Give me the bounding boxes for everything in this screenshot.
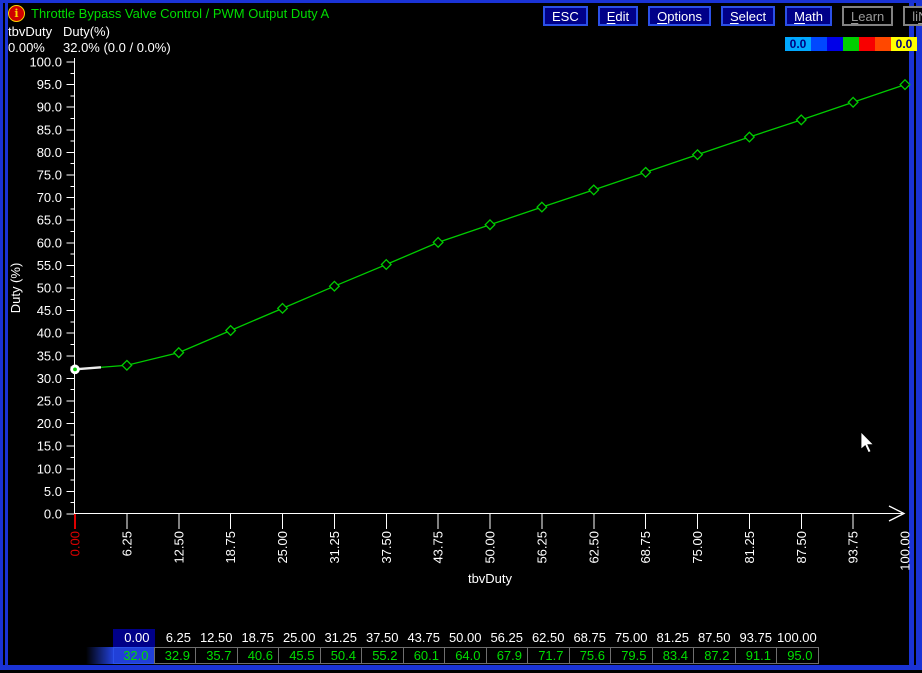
x-axis-tick-label: 6.25 [119, 531, 134, 556]
table-value-cell[interactable]: 79.5 [610, 647, 653, 664]
y-axis-tick-label: 20.0 [37, 416, 62, 431]
table-x-cell[interactable]: 12.50 [196, 629, 238, 647]
data-point-marker[interactable] [900, 80, 910, 90]
x-axis-tick-label: 62.50 [586, 531, 601, 564]
y-axis-tick-label: 55.0 [37, 258, 62, 273]
data-point-marker[interactable] [641, 167, 651, 177]
table-value-cell[interactable]: 91.1 [735, 647, 778, 664]
x-axis-tick-label: 87.50 [794, 531, 809, 564]
data-point-marker[interactable] [226, 326, 236, 336]
x-axis-tick-label: 0.00 [68, 531, 83, 556]
table-value-cell[interactable]: 71.7 [527, 647, 570, 664]
data-point-marker[interactable] [693, 150, 703, 160]
data-point-marker[interactable] [589, 185, 599, 195]
table-x-cell[interactable]: 100.00 [777, 629, 819, 647]
table-x-cell[interactable]: 6.25 [155, 629, 197, 647]
x-axis-tick-label: 31.25 [327, 531, 342, 564]
mouse-cursor-icon [860, 431, 876, 454]
table-x-cell[interactable]: 87.50 [694, 629, 736, 647]
data-point-marker-selected-core [73, 367, 77, 371]
x-axis-tick-label: 75.00 [690, 531, 705, 564]
x-axis-tick-label: 37.50 [379, 531, 394, 564]
x-axis-tick-label: 25.00 [275, 531, 290, 564]
x-axis-tick-label: 68.75 [638, 531, 653, 564]
data-point-marker[interactable] [796, 115, 806, 125]
table-x-cell[interactable]: 18.75 [238, 629, 280, 647]
data-point-marker[interactable] [485, 220, 495, 230]
x-axis-title: tbvDuty [468, 571, 513, 586]
y-axis-tick-label: 85.0 [37, 122, 62, 137]
table-value-cell[interactable]: 32.9 [154, 647, 197, 664]
table-value-cell[interactable]: 87.2 [693, 647, 736, 664]
data-point-marker[interactable] [278, 304, 288, 314]
table-value-cell[interactable]: 45.5 [278, 647, 321, 664]
table-value-cell[interactable]: 67.9 [486, 647, 529, 664]
table-x-cell[interactable]: 93.75 [736, 629, 778, 647]
y-axis-tick-label: 60.0 [37, 235, 62, 250]
data-point-marker[interactable] [381, 260, 391, 270]
table-x-cell[interactable]: 56.25 [487, 629, 529, 647]
data-point-marker[interactable] [537, 202, 547, 212]
table-x-cell[interactable]: 81.25 [653, 629, 695, 647]
table-value-cell[interactable]: 64.0 [444, 647, 487, 664]
x-axis-tick-label: 93.75 [846, 531, 861, 564]
data-point-marker[interactable] [745, 132, 755, 142]
y-axis-tick-label: 75.0 [37, 168, 62, 183]
table-x-cell[interactable]: 37.50 [362, 629, 404, 647]
y-axis-tick-label: 10.0 [37, 461, 62, 476]
y-axis-tick-label: 80.0 [37, 145, 62, 160]
table-x-cell[interactable]: 68.75 [570, 629, 612, 647]
data-point-marker[interactable] [122, 360, 132, 370]
data-point-marker[interactable] [330, 281, 340, 291]
table-value-cell[interactable]: 40.6 [237, 647, 280, 664]
y-axis-tick-label: 40.0 [37, 326, 62, 341]
chart-area[interactable]: 0.0 5.0 10.0 15.0 20.0 25.0 30.0 35.0 40.0 45.0 50… [0, 0, 922, 670]
table-x-cell[interactable]: 75.00 [611, 629, 653, 647]
selection-glow [86, 647, 113, 664]
y-axis-tick-label: 70.0 [37, 190, 62, 205]
x-axis-tick-label: 100.00 [898, 531, 913, 571]
y-axis-tick-label: 95.0 [37, 77, 62, 92]
y-axis-title: Duty (%) [8, 263, 23, 314]
table-x-cell[interactable]: 62.50 [528, 629, 570, 647]
data-point-marker[interactable] [433, 238, 443, 248]
x-axis-tick-label: 56.25 [534, 531, 549, 564]
table-value-cell[interactable]: 32.0 [113, 647, 155, 664]
y-axis-tick-label: 65.0 [37, 213, 62, 228]
y-axis-tick-label: 100.0 [29, 55, 62, 70]
table-x-cell[interactable]: 25.00 [279, 629, 321, 647]
y-axis-tick-label: 5.0 [44, 484, 62, 499]
table-value-cell[interactable]: 60.1 [403, 647, 446, 664]
table-value-cell[interactable]: 95.0 [776, 647, 819, 664]
table-value-cell[interactable]: 83.4 [652, 647, 695, 664]
data-point-marker[interactable] [174, 348, 184, 358]
table-value-cell[interactable]: 75.6 [569, 647, 612, 664]
x-axis-tick-label: 81.25 [742, 531, 757, 564]
table-value-cell[interactable]: 35.7 [195, 647, 238, 664]
data-point-marker[interactable] [848, 97, 858, 107]
x-axis-tick-label: 12.50 [171, 531, 186, 564]
x-axis-tick-label: 43.75 [431, 531, 446, 564]
y-axis-tick-label: 90.0 [37, 100, 62, 115]
y-axis-tick-label: 25.0 [37, 394, 62, 409]
x-axis-tick-label: 18.75 [223, 531, 238, 564]
y-axis-tick-label: 0.0 [44, 507, 62, 522]
y-axis-tick-label: 50.0 [37, 281, 62, 296]
table-value-cell[interactable]: 50.4 [320, 647, 363, 664]
table-x-cell[interactable]: 31.25 [321, 629, 363, 647]
x-axis-tick-label: 50.00 [483, 531, 498, 564]
table-x-cell[interactable]: 0.00 [113, 629, 155, 647]
table-x-cell[interactable]: 43.75 [404, 629, 446, 647]
y-axis-tick-label: 45.0 [37, 303, 62, 318]
y-axis-tick-label: 30.0 [37, 371, 62, 386]
table-value-cell[interactable]: 55.2 [361, 647, 404, 664]
y-axis-tick-label: 15.0 [37, 439, 62, 454]
y-axis-tick-label: 35.0 [37, 348, 62, 363]
table-x-cell[interactable]: 50.00 [445, 629, 487, 647]
